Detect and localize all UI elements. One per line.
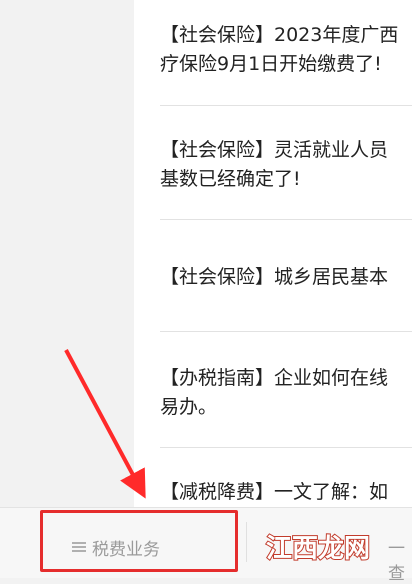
news-item-line: 【社会保险】灵活就业人员 <box>160 139 389 161</box>
tab-separator <box>246 522 247 562</box>
left-gutter <box>0 0 134 507</box>
news-item-2[interactable]: 【社会保险】灵活就业人员 基数已经确定了! <box>160 136 412 194</box>
divider <box>160 447 412 448</box>
news-item-line: 基数已经确定了! <box>160 168 301 190</box>
news-item-4[interactable]: 【办税指南】企业如何在线 易办。 <box>160 364 412 422</box>
divider <box>160 331 412 332</box>
news-item-line: 【社会保险】城乡居民基本 <box>160 266 389 288</box>
news-item-line: 易办。 <box>160 396 218 418</box>
news-item-5[interactable]: 【减税降费】一文了解：如 <box>160 478 412 507</box>
news-item-line: 【减税降费】一文了解：如 <box>160 481 389 503</box>
divider <box>160 105 412 106</box>
news-item-line: 【办税指南】企业如何在线 <box>160 367 389 389</box>
news-item-line: 【社会保险】2023年度广西 <box>160 24 399 46</box>
news-list: 【社会保险】2023年度广西 疗保险9月1日开始缴费了! 【社会保险】灵活就业人… <box>134 0 412 507</box>
news-item-line: 疗保险9月1日开始缴费了! <box>160 53 382 75</box>
news-item-3[interactable]: 【社会保险】城乡居民基本 <box>160 263 412 292</box>
tab-tax-business[interactable]: 税费业务 <box>40 510 238 572</box>
divider <box>160 219 412 220</box>
news-item-1[interactable]: 【社会保险】2023年度广西 疗保险9月1日开始缴费了! <box>160 21 412 79</box>
watermark-logo: 江西龙网 <box>265 533 371 565</box>
menu-icon <box>72 542 86 552</box>
tab-tax-business-label: 税费业务 <box>92 540 160 560</box>
watermark-text: 江西龙网 <box>266 534 370 564</box>
